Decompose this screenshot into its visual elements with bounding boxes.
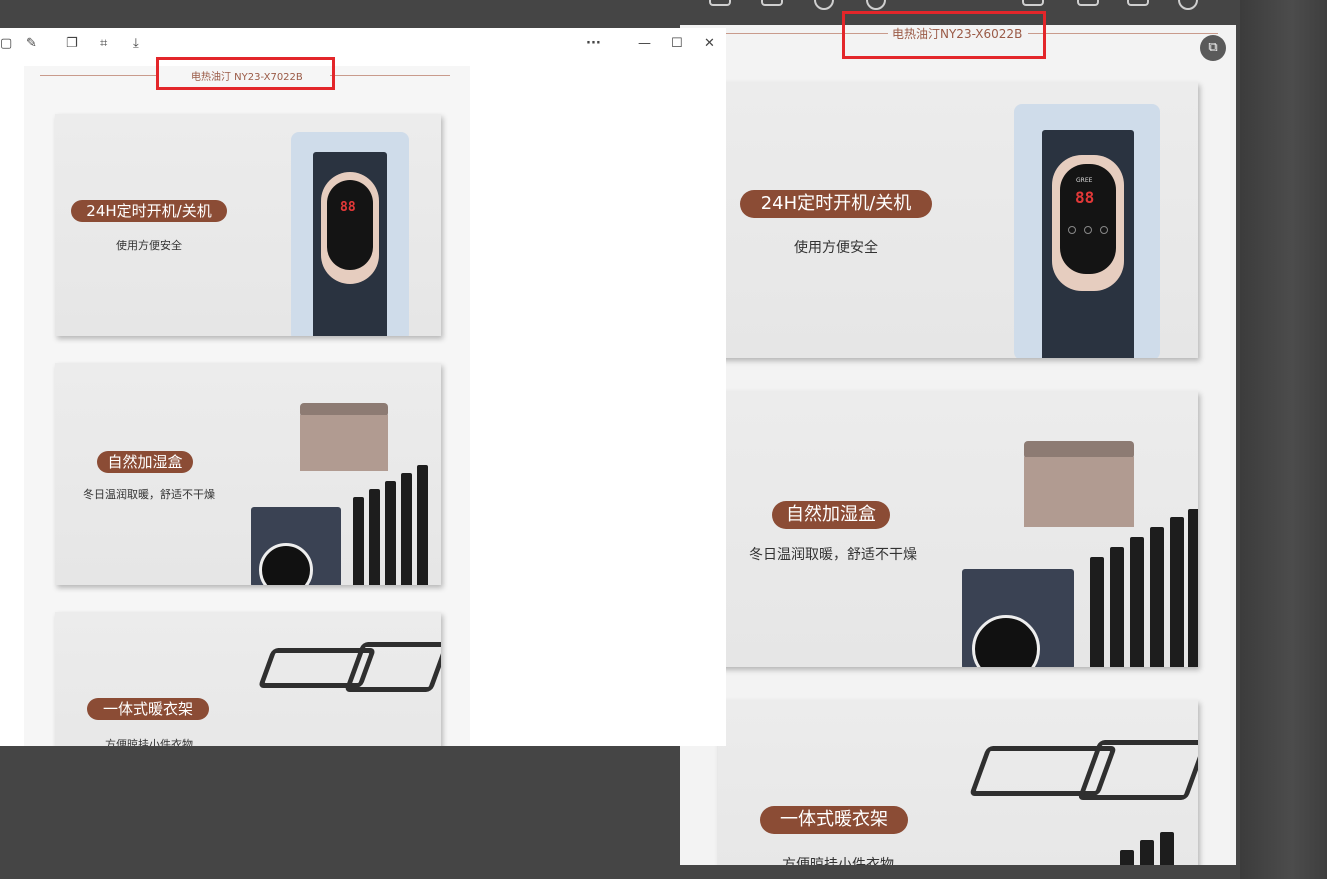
right-title-highlight	[842, 11, 1046, 59]
zoom-in-icon[interactable]	[866, 0, 886, 10]
feature-card-rack: 一体式暖衣架 方便晾挂小件衣物	[718, 700, 1198, 865]
fin	[1140, 840, 1154, 865]
feature-heading: 24H定时开机/关机	[71, 200, 227, 222]
feature-card-humidifier: 自然加湿盒 冬日温润取暖，舒适不干燥	[718, 391, 1198, 667]
feature-subtext: 使用方便安全	[116, 239, 182, 252]
feature-card-timer: 24H定时开机/关机 使用方便安全 GREE 88	[718, 82, 1198, 358]
feature-subtext: 使用方便安全	[794, 240, 878, 256]
download-icon[interactable]: ⤓	[133, 36, 139, 51]
zoom-out-icon[interactable]	[814, 0, 834, 10]
feature-card-timer: 24H定时开机/关机 使用方便安全 88	[55, 114, 441, 336]
fin	[369, 489, 380, 585]
feature-subtext: 方便晾挂小件衣物	[782, 857, 894, 865]
fin	[1160, 832, 1174, 865]
fin	[1130, 537, 1144, 667]
fin	[385, 481, 396, 585]
display-digits: 88	[340, 200, 356, 215]
left-image-content: 电热油汀 NY23-X7022B 24H定时开机/关机 使用方便安全 88 自然…	[24, 66, 470, 746]
copy-icon[interactable]: ❐	[66, 36, 78, 51]
fin	[353, 497, 364, 585]
left-title-highlight	[156, 57, 335, 90]
fin	[1188, 509, 1198, 667]
feature-heading: 一体式暖衣架	[87, 698, 209, 720]
fin	[1150, 527, 1164, 667]
edit-icon[interactable]: ✎	[26, 36, 37, 51]
left-window-toolbar: ▢ ✎ ❐ ⌗ ⤓ ··· — ☐ ✕	[0, 28, 726, 58]
title-rule-right	[330, 75, 450, 76]
humidifier-box-image	[1024, 457, 1134, 527]
fin	[417, 465, 428, 585]
feature-subtext: 冬日温润取暖，舒适不干燥	[749, 547, 917, 563]
feature-heading: 自然加湿盒	[97, 451, 193, 473]
minimize-icon[interactable]: —	[638, 36, 651, 51]
fin	[1170, 517, 1184, 667]
humidifier-box-image	[300, 415, 388, 471]
title-rule-right	[1028, 33, 1218, 34]
left-image-window: ▢ ✎ ❐ ⌗ ⤓ ··· — ☐ ✕ 电热油汀 NY23-X7022B 24H…	[0, 28, 726, 746]
right-image-viewer: 电热油汀NY23-X6022B ⧉ 24H定时开机/关机 使用方便安全 GREE…	[680, 25, 1236, 865]
drying-rack-image	[1077, 740, 1198, 800]
feature-heading: 自然加湿盒	[772, 501, 890, 529]
drying-rack-image	[343, 642, 441, 692]
button-icon	[1084, 226, 1092, 234]
copy-icon[interactable]	[1127, 0, 1149, 6]
fit-icon[interactable]	[709, 0, 731, 6]
feature-subtext: 冬日温润取暖，舒适不干燥	[83, 488, 215, 501]
feature-heading: 24H定时开机/关机	[740, 190, 932, 218]
feature-card-rack: 一体式暖衣架 方便晾挂小件衣物	[55, 612, 441, 746]
maximize-icon[interactable]: ☐	[671, 36, 683, 51]
scan-icon[interactable]: ⌗	[100, 36, 107, 51]
display-screen	[327, 180, 373, 270]
feature-subtext: 方便晾挂小件衣物	[105, 738, 193, 746]
fin	[1090, 557, 1104, 667]
square-icon[interactable]: ▢	[0, 36, 12, 51]
more-options-icon[interactable]: ···	[586, 36, 601, 51]
brand-logo: GREE	[1076, 177, 1093, 184]
fin	[401, 473, 412, 585]
more-icon[interactable]	[1178, 0, 1198, 10]
window-icon[interactable]	[761, 0, 783, 6]
background-edge	[1240, 0, 1327, 879]
feature-heading: 一体式暖衣架	[760, 806, 908, 834]
title-rule-left	[40, 75, 156, 76]
text-recognition-icon[interactable]: ⧉	[1200, 35, 1226, 61]
fin	[1110, 547, 1124, 667]
rotate-icon[interactable]	[1022, 0, 1044, 6]
fin	[1120, 850, 1134, 865]
feature-card-humidifier: 自然加湿盒 冬日温润取暖，舒适不干燥	[55, 363, 441, 585]
button-icon	[1100, 226, 1108, 234]
display-digits: 88	[1075, 188, 1095, 207]
button-icon	[1068, 226, 1076, 234]
close-icon[interactable]: ✕	[704, 36, 715, 51]
delete-icon[interactable]	[1077, 0, 1099, 6]
